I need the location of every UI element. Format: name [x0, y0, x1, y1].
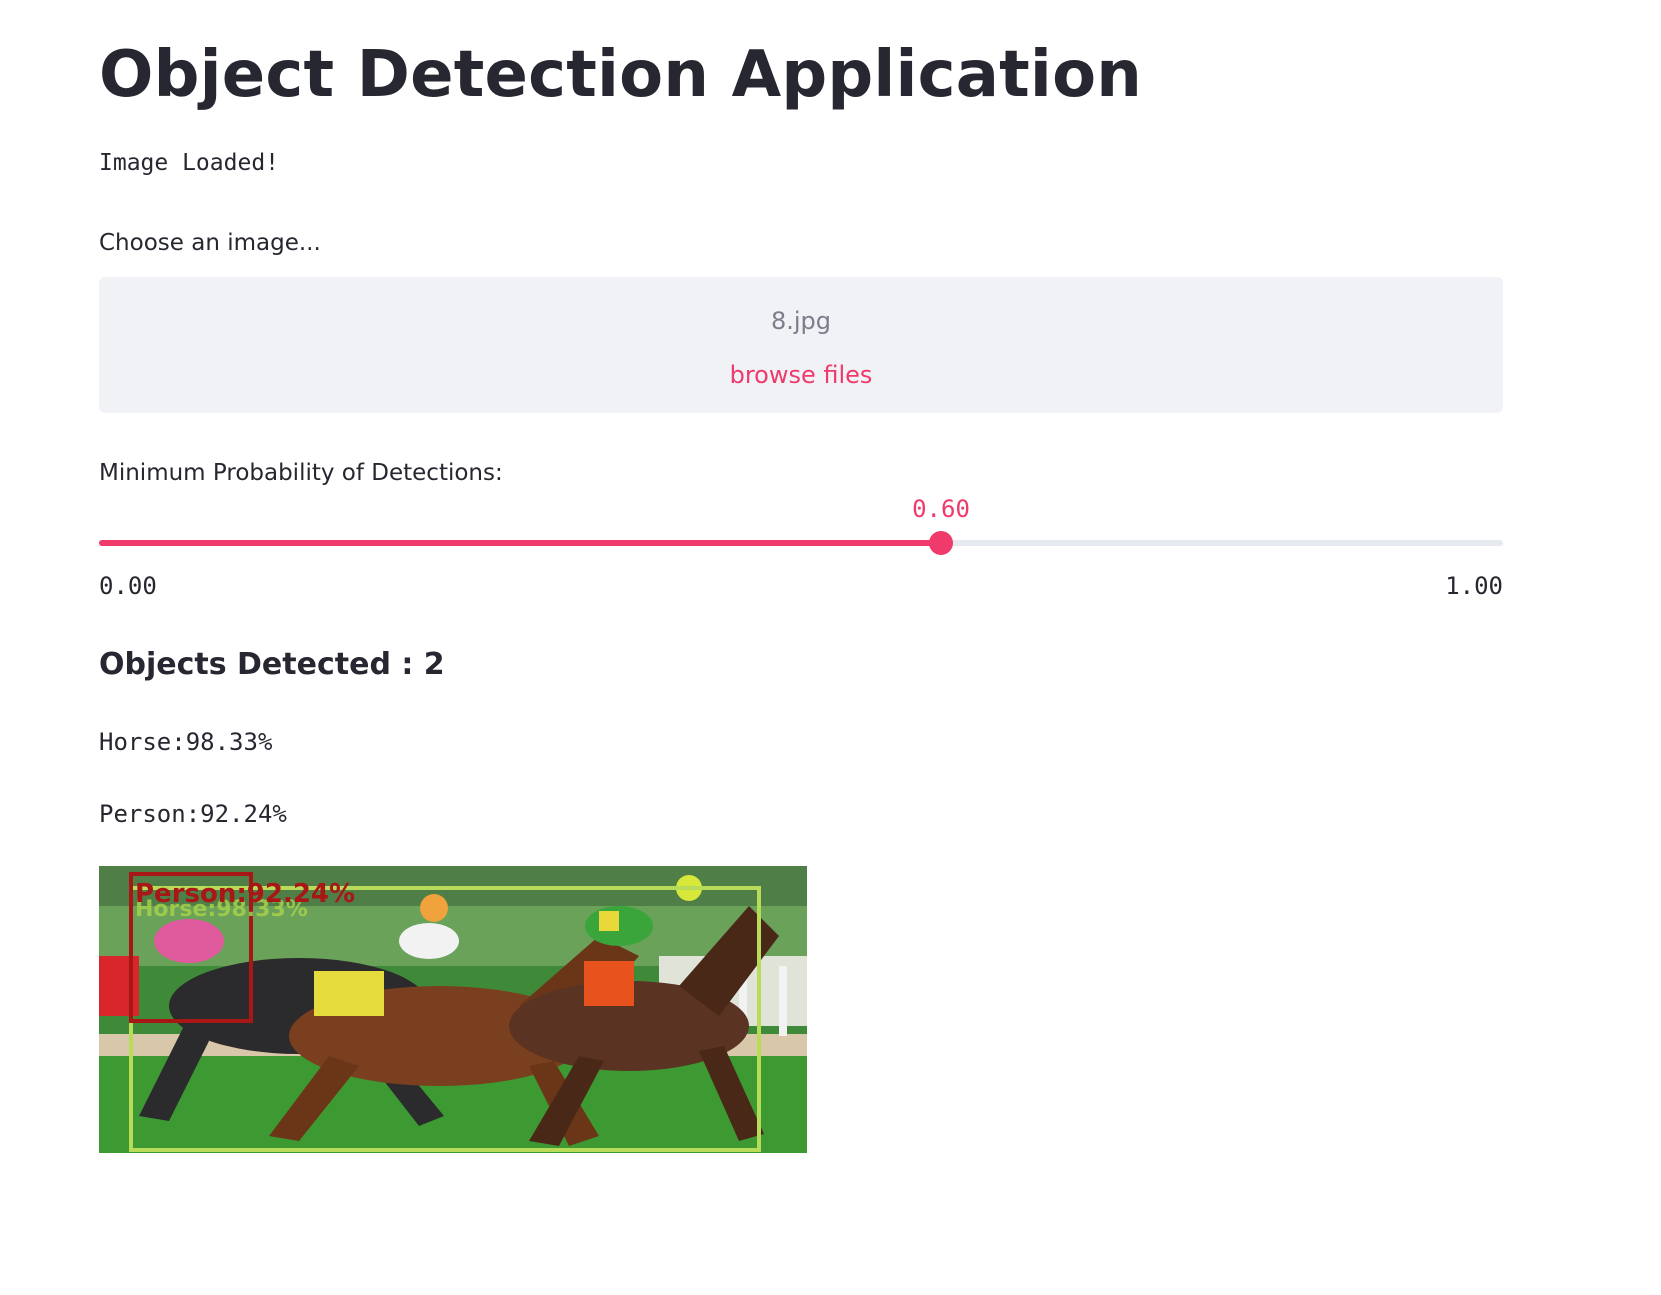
image-saddle-cloth-yellow: [314, 971, 384, 1016]
status-text: Image Loaded!: [99, 150, 280, 176]
detection-output-image: Horse:98.33% Person:92.24%: [99, 866, 807, 1153]
probability-slider[interactable]: 0.60 0.00 1.00: [99, 490, 1503, 600]
slider-min-label: 0.00: [99, 572, 157, 600]
slider-value: 0.60: [912, 495, 970, 523]
detection-result-person: Person:92.24%: [99, 800, 287, 828]
image-saddle-cloth-orange: [584, 961, 634, 1006]
image-jockey-helmet-orange: [420, 894, 448, 922]
uploaded-file-name: 8.jpg: [770, 307, 832, 335]
objects-detected-heading: Objects Detected : 2: [99, 647, 445, 682]
file-dropzone[interactable]: 8.jpg browse files: [99, 277, 1503, 413]
page-title: Object Detection Application: [99, 38, 1143, 112]
person-overlay-label: Person:92.24%: [135, 879, 355, 909]
image-jockey-pink: [154, 919, 224, 963]
slider-thumb[interactable]: [929, 531, 953, 555]
slider-fill: [99, 540, 941, 546]
image-jockey-white: [399, 923, 459, 959]
browse-files-button[interactable]: browse files: [730, 359, 873, 391]
slider-max-label: 1.00: [1445, 572, 1503, 600]
file-uploader-label: Choose an image...: [99, 230, 321, 256]
detection-image-canvas: Horse:98.33% Person:92.24%: [99, 866, 807, 1153]
image-post-2: [779, 966, 787, 1036]
image-jockey-yellow-patch: [599, 911, 619, 931]
detection-result-horse: Horse:98.33%: [99, 728, 273, 756]
slider-label: Minimum Probability of Detections:: [99, 460, 503, 486]
